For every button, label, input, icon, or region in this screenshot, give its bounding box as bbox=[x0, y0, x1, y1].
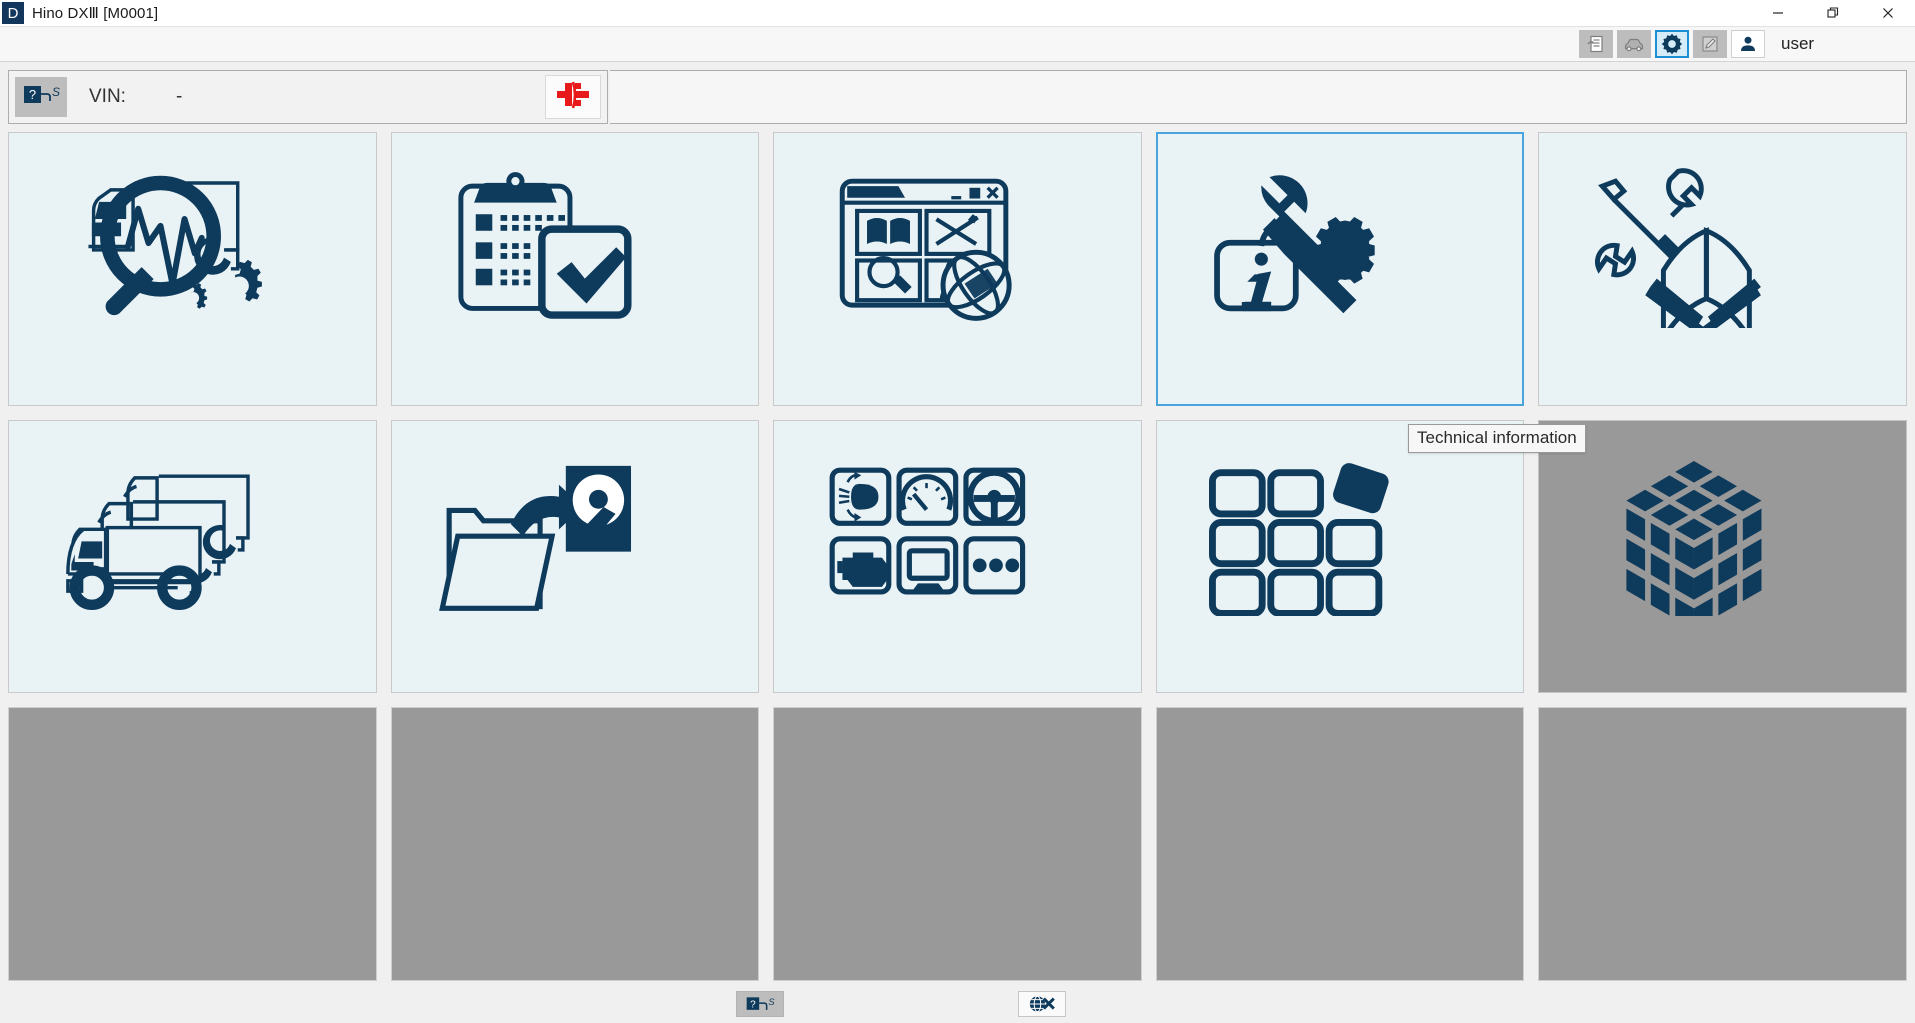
application-window: D Hino DXⅢ [M0001] user ? S VIN: - Techn… bbox=[0, 0, 1915, 1023]
tile-system-functions[interactable] bbox=[773, 419, 1142, 694]
tile-online-portal[interactable] bbox=[773, 132, 1142, 406]
go-offline-button[interactable] bbox=[1018, 991, 1066, 1017]
browser-window-globe-icon bbox=[815, 163, 1101, 375]
three-trucks-icon bbox=[49, 451, 335, 663]
help-button[interactable]: ? S bbox=[736, 991, 784, 1017]
vehicle-icon bbox=[1623, 34, 1645, 54]
gear-icon bbox=[1661, 33, 1683, 55]
edit-note-button[interactable] bbox=[1693, 30, 1727, 58]
close-button[interactable] bbox=[1860, 0, 1915, 27]
tile-3d-module-cube[interactable] bbox=[1538, 419, 1907, 694]
vin-bar: ? S VIN: - bbox=[8, 70, 1907, 124]
restore-button[interactable] bbox=[1805, 0, 1860, 27]
tile-inspection-checklist[interactable] bbox=[390, 132, 760, 406]
svg-text:?: ? bbox=[29, 87, 36, 102]
app-d-icon: D bbox=[2, 2, 24, 24]
user-label: user bbox=[1781, 34, 1815, 53]
info-bubble-wrench-gear-icon bbox=[1198, 164, 1482, 374]
isometric-cube-icon bbox=[1591, 451, 1855, 663]
question-s-icon: ? S bbox=[743, 994, 777, 1014]
svg-text:S: S bbox=[52, 85, 60, 99]
tile-service-manual[interactable] bbox=[1538, 132, 1907, 406]
disconnected-plug-icon bbox=[555, 79, 591, 116]
person-icon bbox=[1738, 34, 1758, 54]
question-s-icon: ? S bbox=[22, 83, 60, 112]
vin-extra-panel bbox=[610, 70, 1907, 124]
vin-label: VIN: bbox=[89, 86, 126, 107]
tile-vehicle-selection[interactable] bbox=[8, 419, 377, 694]
bottom-bar: ? S bbox=[0, 985, 1915, 1023]
tile-module-layout[interactable] bbox=[1155, 419, 1525, 694]
settings-button[interactable] bbox=[1655, 30, 1689, 58]
nine-square-grid-detached-icon bbox=[1197, 451, 1483, 663]
report-export-button[interactable] bbox=[1579, 30, 1613, 58]
vin-panel: ? S VIN: - bbox=[8, 70, 608, 124]
vin-value: - bbox=[175, 86, 183, 107]
pen-edit-icon bbox=[1700, 34, 1720, 54]
title-bar: D Hino DXⅢ [M0001] bbox=[0, 0, 1915, 27]
minimize-button[interactable] bbox=[1750, 0, 1805, 27]
tile-empty-5 bbox=[1538, 707, 1907, 981]
svg-text:S: S bbox=[768, 997, 775, 1007]
tile-technical-information[interactable] bbox=[1155, 132, 1525, 406]
connection-status-button[interactable] bbox=[545, 75, 601, 119]
user-account-button[interactable] bbox=[1731, 30, 1765, 58]
document-export-icon bbox=[1586, 34, 1606, 54]
tile-empty-2 bbox=[390, 707, 760, 981]
tile-vehicle-diagnosis[interactable] bbox=[8, 132, 377, 406]
clipboard-checkmark-icon bbox=[432, 163, 718, 375]
six-function-grid-icon bbox=[815, 451, 1101, 663]
folder-arrow-harddisk-icon bbox=[432, 451, 718, 663]
window-controls bbox=[1750, 0, 1915, 27]
tile-empty-3 bbox=[773, 707, 1142, 981]
tile-data-backup[interactable] bbox=[390, 419, 760, 694]
top-toolbar: user bbox=[0, 27, 1915, 62]
svg-text:?: ? bbox=[750, 999, 756, 1010]
tile-empty-4 bbox=[1155, 707, 1525, 981]
tooltip: Technical information bbox=[1408, 424, 1586, 453]
vin-help-button[interactable]: ? S bbox=[15, 77, 67, 117]
function-tile-grid bbox=[0, 124, 1915, 985]
window-title: Hino DXⅢ [M0001] bbox=[32, 5, 159, 22]
book-screwdriver-wrench-icon bbox=[1580, 163, 1866, 375]
tile-empty-1 bbox=[8, 707, 377, 981]
truck-magnifier-waveform-gears-icon bbox=[49, 163, 335, 375]
globe-disconnect-icon bbox=[1027, 994, 1057, 1014]
vehicle-info-button[interactable] bbox=[1617, 30, 1651, 58]
